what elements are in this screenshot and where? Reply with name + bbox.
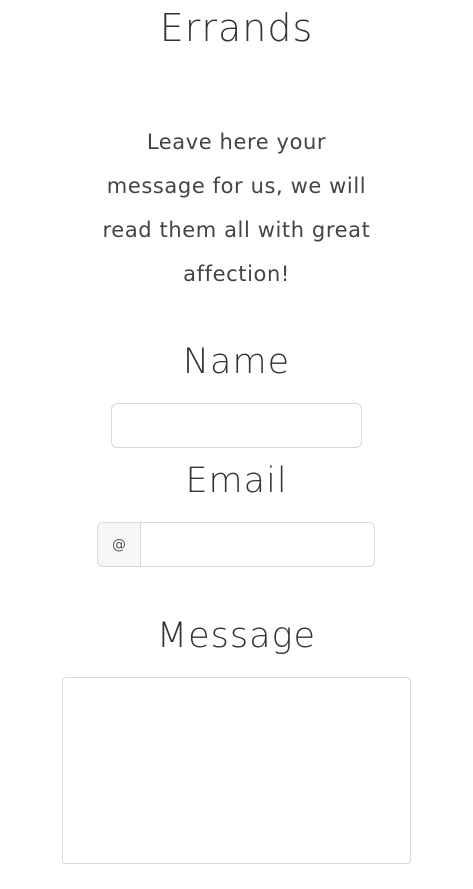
- email-input-group: @: [97, 522, 375, 567]
- email-label: Email: [185, 461, 288, 501]
- email-input[interactable]: [141, 523, 374, 566]
- at-sign-icon: @: [98, 523, 141, 566]
- name-input[interactable]: [111, 403, 362, 448]
- page-title: Errands: [159, 6, 314, 50]
- name-label: Name: [182, 342, 291, 382]
- message-textarea[interactable]: [62, 677, 411, 864]
- intro-text: Leave here your message for us, we will …: [102, 130, 371, 286]
- message-label: Message: [156, 616, 317, 656]
